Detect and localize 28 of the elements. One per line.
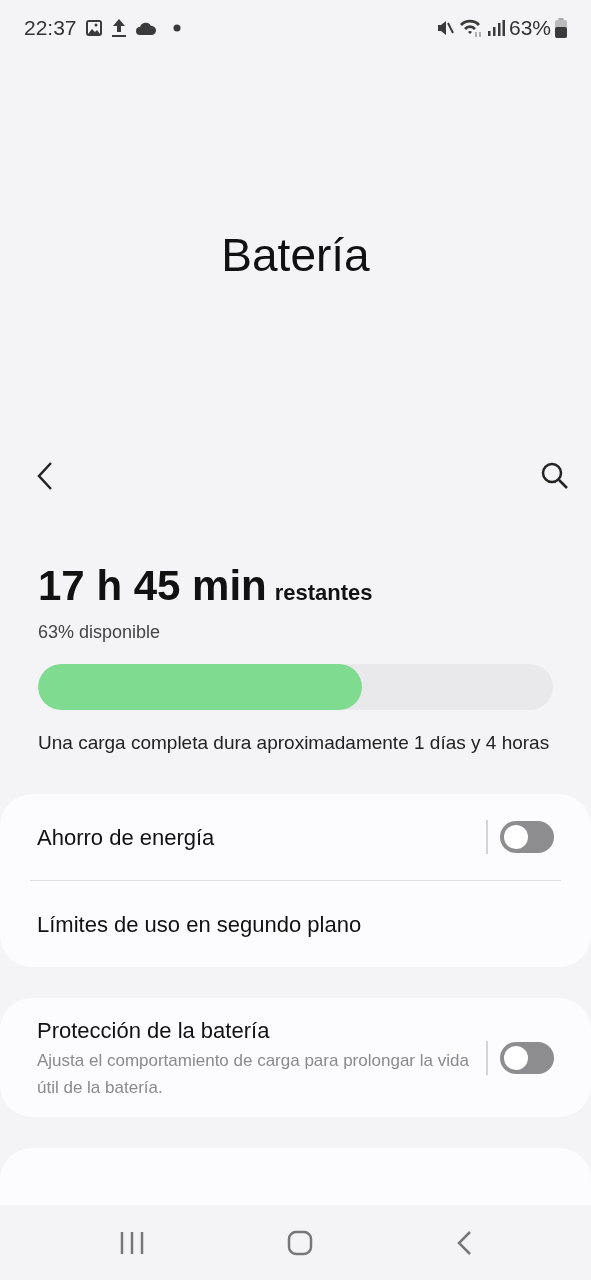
clock-time: 22:37 [24,15,77,42]
setting-label: Ahorro de energía [37,823,215,852]
back-icon[interactable] [36,461,54,491]
remaining-time: 17 h 45 min [38,561,267,611]
signal-icon [486,19,505,37]
setting-label: Protección de la batería [37,1017,271,1045]
settings-row[interactable]: Ahorro de energía [0,794,591,880]
cloud-icon [134,21,157,35]
toggle-switch[interactable] [500,821,554,853]
home-icon[interactable] [287,1229,314,1256]
available-text: 63% disponible [38,621,162,644]
battery-percent: 63% [508,15,551,42]
setting-description: Ajusta el comportamiento de carga para prolongar la vida útil de la batería. [37,1050,470,1099]
mute-icon [436,19,455,37]
dot-icon [172,24,181,32]
upload-icon [110,18,127,38]
image-icon [84,19,103,37]
search-icon[interactable] [541,462,569,490]
battery-icon [555,18,567,38]
settings-row[interactable]: Límites de uso en segundo plano [0,881,591,967]
recent-apps-icon[interactable] [119,1230,146,1255]
toggle-switch[interactable] [500,1041,554,1074]
battery-note: Una carga completa dura aproximadamente 1 días y 4 horas [38,731,551,755]
wifi-icon [458,18,483,38]
remaining-label: restantes [274,579,373,607]
settings-row[interactable]: Protección de la batería Ajusta el comportamiento de carga para prolongar la vida útil de la batería. [0,998,591,1117]
page-title: Batería [221,229,370,281]
setting-label: Límites de uso en segundo plano [37,910,362,939]
